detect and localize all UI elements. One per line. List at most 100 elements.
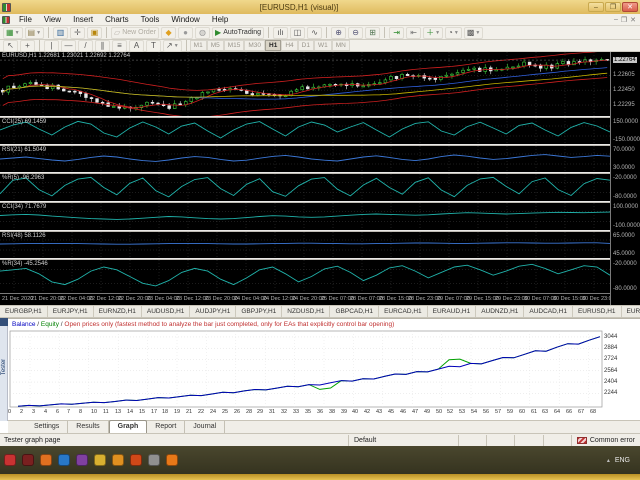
chart-tab-audusd[interactable]: AUDUSD,H1 xyxy=(142,306,191,317)
taskbar-app-7[interactable] xyxy=(112,454,124,466)
terminal-button[interactable]: ▣ xyxy=(87,26,103,39)
timeframe-mn-button[interactable]: MN xyxy=(331,40,350,51)
expert-advisors-icon[interactable]: ◆ xyxy=(161,26,177,39)
chart-tab-audnzd[interactable]: AUDNZD,H1 xyxy=(476,306,525,317)
menu-view[interactable]: View xyxy=(38,14,67,25)
bar-chart-button[interactable]: ılı xyxy=(273,26,289,39)
tester-tab-journal[interactable]: Journal xyxy=(185,421,226,433)
menu-file[interactable]: File xyxy=(13,14,38,25)
tester-panel-caption[interactable]: Tester xyxy=(0,318,8,421)
price-axis[interactable]: 1.22764 1.22605 1.22450 1.22295 150.0000 -150… xyxy=(610,52,640,305)
account-icon[interactable]: ● xyxy=(178,26,194,39)
indicator-window-6[interactable]: %R(34) -45.2546 xyxy=(0,260,610,293)
connection-status[interactable]: Common error xyxy=(570,434,640,446)
close-button[interactable]: ✕ xyxy=(622,2,638,12)
cursor-button[interactable]: ↖ xyxy=(3,39,18,52)
vertical-line-button[interactable]: | xyxy=(44,39,59,52)
tester-tab-report[interactable]: Report xyxy=(147,421,186,433)
taskbar-app-2[interactable] xyxy=(22,454,34,466)
indicator-canvas[interactable] xyxy=(0,203,610,230)
chart-tab-eurnzd[interactable]: EURNZD,H1 xyxy=(94,306,142,317)
chart-tab-audjpy[interactable]: AUDJPY,H1 xyxy=(190,306,237,317)
new-chart-button[interactable]: ▦ ▼ xyxy=(3,26,23,39)
crosshair-button[interactable]: + xyxy=(20,39,35,52)
channel-button[interactable]: ∥ xyxy=(95,39,110,52)
indicator-canvas[interactable] xyxy=(0,146,610,172)
line-chart-button[interactable]: ∿ xyxy=(307,26,323,39)
periods-button[interactable]: ◔ ▼ xyxy=(445,26,462,39)
taskbar-app-4[interactable] xyxy=(58,454,70,466)
indicator-window-4[interactable]: CCI(34) 71.7679 xyxy=(0,203,610,230)
chart-tab-nzdusd[interactable]: NZDUSD,H1 xyxy=(282,306,331,317)
indicator-canvas[interactable] xyxy=(0,232,610,258)
tester-tab-settings[interactable]: Settings xyxy=(26,421,69,433)
indicator-canvas[interactable] xyxy=(0,174,610,201)
tester-tab-results[interactable]: Results xyxy=(68,421,109,433)
trendline-button[interactable]: / xyxy=(78,39,93,52)
chart-tab-eurcad[interactable]: EURCAD,H1 xyxy=(379,306,428,317)
menu-insert[interactable]: Insert xyxy=(67,14,99,25)
indicator-window-2[interactable]: RSI(21) 61.5049 xyxy=(0,146,610,172)
minimize-button[interactable]: – xyxy=(588,2,604,12)
timeframe-w1-button[interactable]: W1 xyxy=(313,40,332,51)
horizontal-line-button[interactable]: — xyxy=(61,39,76,52)
maximize-button[interactable]: ❐ xyxy=(605,2,621,12)
menu-tools[interactable]: Tools xyxy=(135,14,166,25)
language-indicator[interactable]: ENG xyxy=(615,457,630,464)
chart-tab-audcad[interactable]: AUDCAD,H1 xyxy=(524,306,573,317)
child-window-control-icon[interactable]: – xyxy=(614,16,618,24)
navigator-button[interactable]: ✛ xyxy=(70,26,86,39)
tile-windows-button[interactable]: ⊞ xyxy=(365,26,381,39)
chart-tab-eurjpy[interactable]: EURJPY,H1 xyxy=(48,306,94,317)
indicator-canvas[interactable] xyxy=(0,118,610,144)
chart-tab-eurusd[interactable]: EURUSD,H1 xyxy=(573,306,622,317)
taskbar-tray[interactable]: ▴ ENG xyxy=(607,457,636,464)
timeframe-h1-button[interactable]: H1 xyxy=(265,40,282,51)
chart-tab-euraud[interactable]: EURAUD,H1 xyxy=(428,306,477,317)
indicator-window-3[interactable]: %R(5) -96.2963 xyxy=(0,174,610,201)
zoom-in-button[interactable]: ⊕ xyxy=(331,26,347,39)
timeframe-m30-button[interactable]: M30 xyxy=(244,40,266,51)
templates-button[interactable]: ▩ ▼ xyxy=(463,26,484,39)
taskbar-app-folder[interactable] xyxy=(94,454,106,466)
chart-tab-gbpcad[interactable]: GBPCAD,H1 xyxy=(330,306,380,317)
chart-tab-eurgbp[interactable]: EURGBP,H1 xyxy=(0,306,48,317)
main-chart[interactable]: EURUSD,H1 1.22681 1.23021 1.22692 1.2276… xyxy=(0,52,610,116)
timeframe-h4-button[interactable]: H4 xyxy=(281,40,298,51)
auto-scroll-button[interactable]: ⇥ xyxy=(389,26,405,39)
timeframe-m5-button[interactable]: M5 xyxy=(206,40,224,51)
indicator-canvas[interactable] xyxy=(0,260,610,293)
timeframe-m1-button[interactable]: M1 xyxy=(189,40,207,51)
zoom-out-button[interactable]: ⊖ xyxy=(348,26,364,39)
indicators-button[interactable]: ＋ ▼ xyxy=(423,26,444,39)
time-axis[interactable]: 21 Dec 2020 21 Dec 20:00 22 Dec 04:00 22 De… xyxy=(0,293,615,305)
text-button[interactable]: A xyxy=(129,39,144,52)
community-icon[interactable]: ◍ xyxy=(195,26,211,39)
profiles-button[interactable]: ▤ ▼ xyxy=(24,26,45,39)
taskbar-app-firefox2[interactable] xyxy=(166,454,178,466)
start-button[interactable] xyxy=(4,454,16,466)
child-window-control-icon[interactable]: ❐ xyxy=(621,16,627,24)
main-chart-canvas[interactable] xyxy=(0,52,610,116)
tray-arrow-icon[interactable]: ▴ xyxy=(607,457,610,464)
candlestick-button[interactable]: ◫ xyxy=(290,26,306,39)
indicator-window-1[interactable]: CCI(25) 69.1459 xyxy=(0,118,610,144)
timeframe-m15-button[interactable]: M15 xyxy=(223,40,245,51)
chart-shift-button[interactable]: ⇤ xyxy=(406,26,422,39)
indicator-window-5[interactable]: RSI(48) 58.1126 xyxy=(0,232,610,258)
menu-charts[interactable]: Charts xyxy=(99,14,135,25)
autotrading-button[interactable]: ▶ AutoTrading xyxy=(212,26,265,39)
tester-tab-graph[interactable]: Graph xyxy=(108,420,148,433)
fibonacci-button[interactable]: ≡ xyxy=(112,39,127,52)
taskbar-app-5[interactable] xyxy=(76,454,88,466)
chart-tab-gbpjpy[interactable]: GBPJPY,H1 xyxy=(236,306,283,317)
title-bar[interactable]: [EURUSD,H1 (visual)] – ❐ ✕ xyxy=(0,0,640,14)
tester-panel-pin-icon[interactable] xyxy=(0,318,8,326)
text-label-button[interactable]: T xyxy=(146,39,161,52)
taskbar-app-camera[interactable] xyxy=(148,454,160,466)
market-watch-button[interactable]: ▥ xyxy=(53,26,69,39)
child-window-controls[interactable]: – ❐ ✕ xyxy=(614,16,640,24)
taskbar-app-vlc[interactable] xyxy=(130,454,142,466)
arrows-button[interactable]: ↗ ▼ xyxy=(163,39,182,52)
menu-window[interactable]: Window xyxy=(165,14,205,25)
